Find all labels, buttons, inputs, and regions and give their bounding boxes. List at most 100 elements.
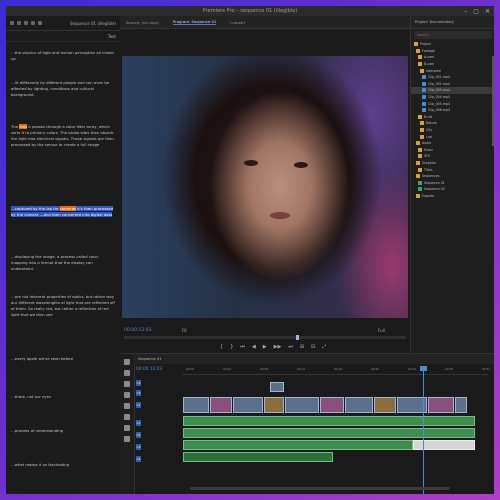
video-clip[interactable] bbox=[455, 397, 467, 413]
insert-button[interactable]: ⊞ bbox=[300, 344, 304, 350]
track-target-toggle[interactable]: A4 bbox=[136, 455, 141, 462]
menu-icon[interactable] bbox=[10, 21, 14, 25]
project-item[interactable]: Clip_003.mp4 bbox=[411, 87, 494, 94]
playhead-handle[interactable] bbox=[296, 335, 299, 340]
go-to-in-button[interactable]: ⏮ bbox=[240, 344, 245, 350]
project-item[interactable]: Graphics bbox=[411, 160, 494, 167]
step-forward-button[interactable]: ▶▶ bbox=[274, 344, 282, 350]
track-target-toggle[interactable]: V1 bbox=[136, 401, 141, 408]
project-item[interactable]: City bbox=[411, 127, 494, 134]
playback-quality-dropdown[interactable]: Full bbox=[378, 328, 385, 333]
project-item[interactable]: Clip_002.mp4 bbox=[411, 81, 494, 88]
track-header[interactable]: V3 bbox=[134, 378, 184, 387]
timeline-playhead[interactable] bbox=[420, 366, 427, 494]
video-clip[interactable] bbox=[320, 397, 344, 413]
video-clip[interactable] bbox=[285, 397, 319, 413]
project-item[interactable]: Lab bbox=[411, 133, 494, 140]
project-item[interactable]: Exports bbox=[411, 193, 494, 200]
transcript-paragraph[interactable]: The lens it passes through a color filte… bbox=[11, 124, 115, 148]
selection-tool-icon[interactable] bbox=[124, 359, 130, 365]
project-item[interactable]: Clip_004.mp4 bbox=[411, 94, 494, 101]
settings-icon[interactable] bbox=[31, 21, 35, 25]
project-search-input[interactable]: Search bbox=[414, 31, 492, 39]
video-clip[interactable] bbox=[270, 382, 284, 392]
timeline-tab[interactable]: Sequence 01 bbox=[134, 354, 494, 364]
timeline-scrollbar[interactable] bbox=[190, 487, 450, 490]
project-item[interactable]: Audio bbox=[411, 140, 494, 147]
project-item[interactable]: Footage bbox=[411, 48, 494, 55]
project-item[interactable]: Interview bbox=[411, 67, 494, 74]
project-item[interactable]: SFX bbox=[411, 153, 494, 160]
project-item[interactable]: Titles bbox=[411, 166, 494, 173]
project-item[interactable]: B-cam bbox=[411, 61, 494, 68]
project-item[interactable]: Nature bbox=[411, 120, 494, 127]
track-header[interactable]: V1 bbox=[134, 400, 184, 409]
track-select-tool-icon[interactable] bbox=[124, 370, 130, 376]
zoom-fit-dropdown[interactable]: Fit bbox=[182, 328, 187, 333]
track-header[interactable]: A3 bbox=[134, 442, 184, 451]
filter-icon[interactable] bbox=[24, 21, 28, 25]
transcript-paragraph[interactable]: …displaying the image, a process called … bbox=[11, 254, 115, 272]
transcript-paragraph[interactable]: …the physics of light and human percepti… bbox=[11, 50, 115, 62]
hand-tool-icon[interactable] bbox=[124, 425, 130, 431]
audio-clip-a2[interactable] bbox=[183, 428, 475, 438]
tab-source[interactable]: Source: (no clips) bbox=[126, 20, 159, 25]
track-header[interactable]: A4 bbox=[134, 454, 184, 463]
track-target-toggle[interactable]: V3 bbox=[136, 379, 141, 386]
project-item[interactable]: B-roll bbox=[411, 114, 494, 121]
track-target-toggle[interactable]: V2 bbox=[136, 389, 141, 396]
pen-tool-icon[interactable] bbox=[124, 414, 130, 420]
mark-out-button[interactable]: } bbox=[230, 344, 233, 350]
step-back-button[interactable]: ◀ bbox=[252, 344, 256, 350]
transcript-paragraph[interactable]: …are not inherent properties of optics, … bbox=[11, 294, 115, 318]
slip-tool-icon[interactable] bbox=[124, 403, 130, 409]
track-header[interactable]: V2 bbox=[134, 388, 184, 397]
video-clip[interactable] bbox=[345, 397, 373, 413]
video-clip[interactable] bbox=[428, 397, 454, 413]
program-timecode[interactable]: 00:00:12:03 bbox=[124, 328, 151, 333]
transcript-paragraph[interactable]: …what makes it so fascinating bbox=[11, 462, 115, 468]
monitor-scrub-bar[interactable] bbox=[124, 335, 406, 340]
track-target-toggle[interactable]: A2 bbox=[136, 431, 141, 438]
transcript-paragraph[interactable]: …every apple we've seen before bbox=[11, 356, 115, 362]
project-item[interactable]: Sequence 02 bbox=[411, 186, 494, 193]
video-frame[interactable] bbox=[122, 56, 408, 318]
track-header[interactable]: A2 bbox=[134, 430, 184, 439]
video-clip[interactable] bbox=[183, 397, 209, 413]
transcript-paragraph[interactable]: …there, not our eyes bbox=[11, 394, 115, 400]
project-item[interactable]: Clip_006.mp4 bbox=[411, 107, 494, 114]
project-scrollbar[interactable] bbox=[492, 56, 494, 146]
ripple-edit-tool-icon[interactable] bbox=[124, 381, 130, 387]
project-item[interactable]: A-cam bbox=[411, 54, 494, 61]
timeline-timecode[interactable]: 00:00:12:03 bbox=[136, 367, 162, 372]
audio-clip-a4[interactable] bbox=[183, 452, 333, 462]
transcript-paragraph[interactable]: …lit differently by different people and… bbox=[11, 80, 115, 98]
tab-lumetri[interactable]: Lumetri bbox=[230, 20, 245, 25]
project-item[interactable]: Clip_001.mp4 bbox=[411, 74, 494, 81]
project-item[interactable]: Sequence 01 bbox=[411, 179, 494, 186]
razor-tool-icon[interactable] bbox=[124, 392, 130, 398]
project-tab[interactable]: Project: Documentary bbox=[411, 16, 494, 29]
video-clip[interactable] bbox=[210, 397, 232, 413]
video-clip[interactable] bbox=[264, 397, 284, 413]
highlighted-word[interactable]: cameras bbox=[59, 206, 77, 211]
track-target-toggle[interactable]: A3 bbox=[136, 443, 141, 450]
play-button[interactable]: ▶ bbox=[263, 344, 267, 350]
video-clip[interactable] bbox=[233, 397, 263, 413]
track-header[interactable]: A1 bbox=[134, 418, 184, 427]
audio-clip-a1[interactable] bbox=[183, 416, 475, 426]
mark-in-button[interactable]: { bbox=[220, 344, 223, 350]
overwrite-button[interactable]: ⊟ bbox=[311, 344, 315, 350]
project-item[interactable]: Sequences bbox=[411, 173, 494, 180]
transcript-paragraph-selected[interactable]: …captured by the lap for cameras it's th… bbox=[11, 206, 115, 218]
highlighted-word[interactable]: lens bbox=[19, 124, 28, 129]
time-ruler[interactable]: 00:00 00:04 00:08 00:12 00:16 00:20 00:24 00:28… bbox=[182, 366, 490, 375]
transcript-paragraph[interactable]: …process of understanding bbox=[11, 428, 115, 434]
go-to-out-button[interactable]: ⏭ bbox=[288, 344, 293, 350]
tab-program[interactable]: Program: Sequence 01 bbox=[173, 19, 217, 25]
export-frame-button[interactable]: ⤢ bbox=[322, 344, 326, 350]
type-tool-icon[interactable] bbox=[124, 436, 130, 442]
tab-text[interactable]: Text bbox=[108, 34, 116, 39]
track-target-toggle[interactable]: A1 bbox=[136, 419, 141, 426]
project-item[interactable]: Clip_005.mp4 bbox=[411, 100, 494, 107]
